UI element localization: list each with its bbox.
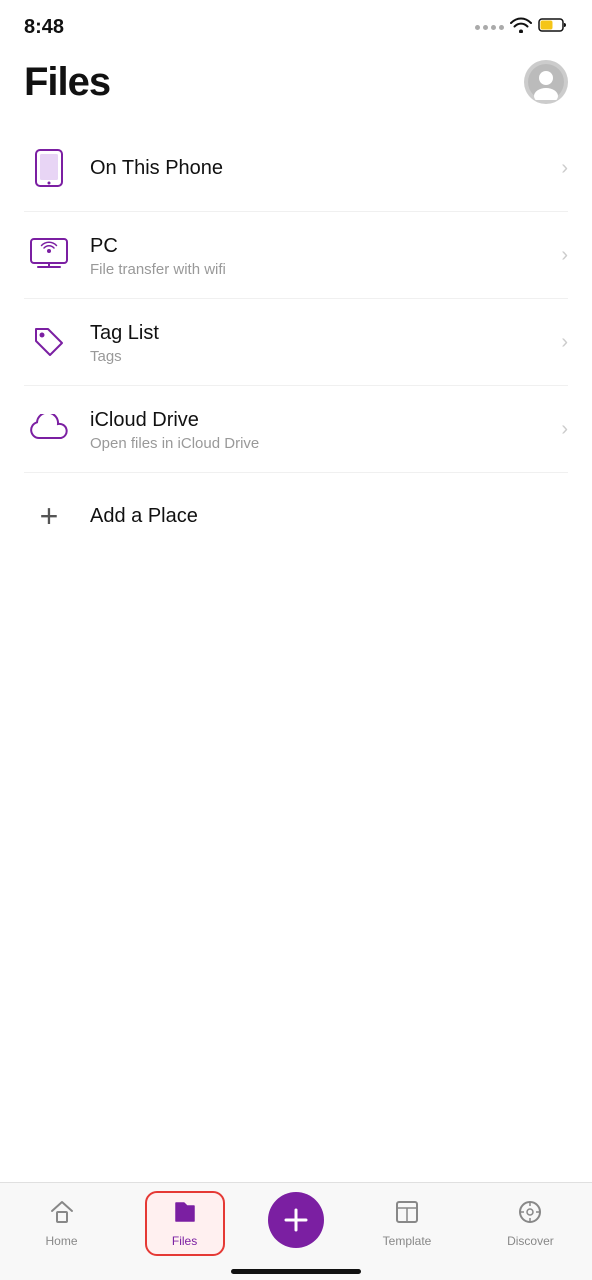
files-icon bbox=[172, 1199, 198, 1230]
files-label: Files bbox=[172, 1234, 197, 1248]
list-item-tag-list[interactable]: Tag List Tags › bbox=[24, 299, 568, 386]
home-icon bbox=[49, 1199, 75, 1230]
icloud-drive-subtitle: Open files in iCloud Drive bbox=[90, 435, 553, 452]
icloud-drive-content: iCloud Drive Open files in iCloud Drive bbox=[90, 407, 553, 452]
status-bar: 8:48 bbox=[0, 0, 592, 50]
signal-dots-icon bbox=[475, 25, 504, 30]
add-place-title: Add a Place bbox=[90, 503, 568, 529]
discover-label: Discover bbox=[507, 1234, 554, 1248]
avatar-button[interactable] bbox=[524, 60, 568, 104]
plus-icon bbox=[282, 1206, 310, 1234]
list-item-add-place[interactable]: + Add a Place bbox=[24, 473, 568, 559]
pc-title: PC bbox=[90, 233, 553, 259]
nav-item-home[interactable]: Home bbox=[22, 1193, 102, 1254]
page-header: Files bbox=[0, 50, 592, 125]
wifi-icon bbox=[510, 17, 532, 38]
nav-item-discover[interactable]: Discover bbox=[490, 1193, 570, 1254]
template-icon bbox=[394, 1199, 420, 1230]
list-item-on-this-phone[interactable]: On This Phone › bbox=[24, 125, 568, 212]
add-place-content: Add a Place bbox=[90, 503, 568, 529]
nav-item-template[interactable]: Template bbox=[367, 1193, 448, 1254]
list-item-icloud-drive[interactable]: iCloud Drive Open files in iCloud Drive … bbox=[24, 386, 568, 473]
icloud-drive-title: iCloud Drive bbox=[90, 407, 553, 433]
pc-subtitle: File transfer with wifi bbox=[90, 261, 553, 278]
home-label: Home bbox=[46, 1234, 78, 1248]
chevron-right-icon: › bbox=[561, 418, 568, 441]
add-place-icon: + bbox=[24, 491, 74, 541]
pc-icon bbox=[24, 230, 74, 280]
chevron-right-icon: › bbox=[561, 244, 568, 267]
chevron-right-icon: › bbox=[561, 157, 568, 180]
tag-list-subtitle: Tags bbox=[90, 348, 553, 365]
list-item-pc[interactable]: PC File transfer with wifi › bbox=[24, 212, 568, 299]
discover-icon bbox=[517, 1199, 543, 1230]
avatar-icon bbox=[528, 64, 564, 100]
pc-content: PC File transfer with wifi bbox=[90, 233, 553, 278]
template-label: Template bbox=[383, 1234, 432, 1248]
tag-icon bbox=[24, 317, 74, 367]
home-indicator bbox=[231, 1269, 361, 1274]
files-list: On This Phone › PC File transfer with wi… bbox=[0, 125, 592, 559]
battery-icon bbox=[538, 17, 568, 38]
chevron-right-icon: › bbox=[561, 331, 568, 354]
tag-list-content: Tag List Tags bbox=[90, 320, 553, 365]
page-title: Files bbox=[24, 60, 110, 105]
on-this-phone-content: On This Phone bbox=[90, 155, 553, 181]
status-time: 8:48 bbox=[24, 16, 64, 39]
cloud-icon bbox=[24, 404, 74, 454]
phone-icon bbox=[24, 143, 74, 193]
on-this-phone-title: On This Phone bbox=[90, 155, 553, 181]
tag-list-title: Tag List bbox=[90, 320, 553, 346]
add-button[interactable] bbox=[268, 1192, 324, 1248]
status-icons bbox=[475, 17, 568, 38]
nav-item-files[interactable]: Files bbox=[145, 1191, 225, 1256]
